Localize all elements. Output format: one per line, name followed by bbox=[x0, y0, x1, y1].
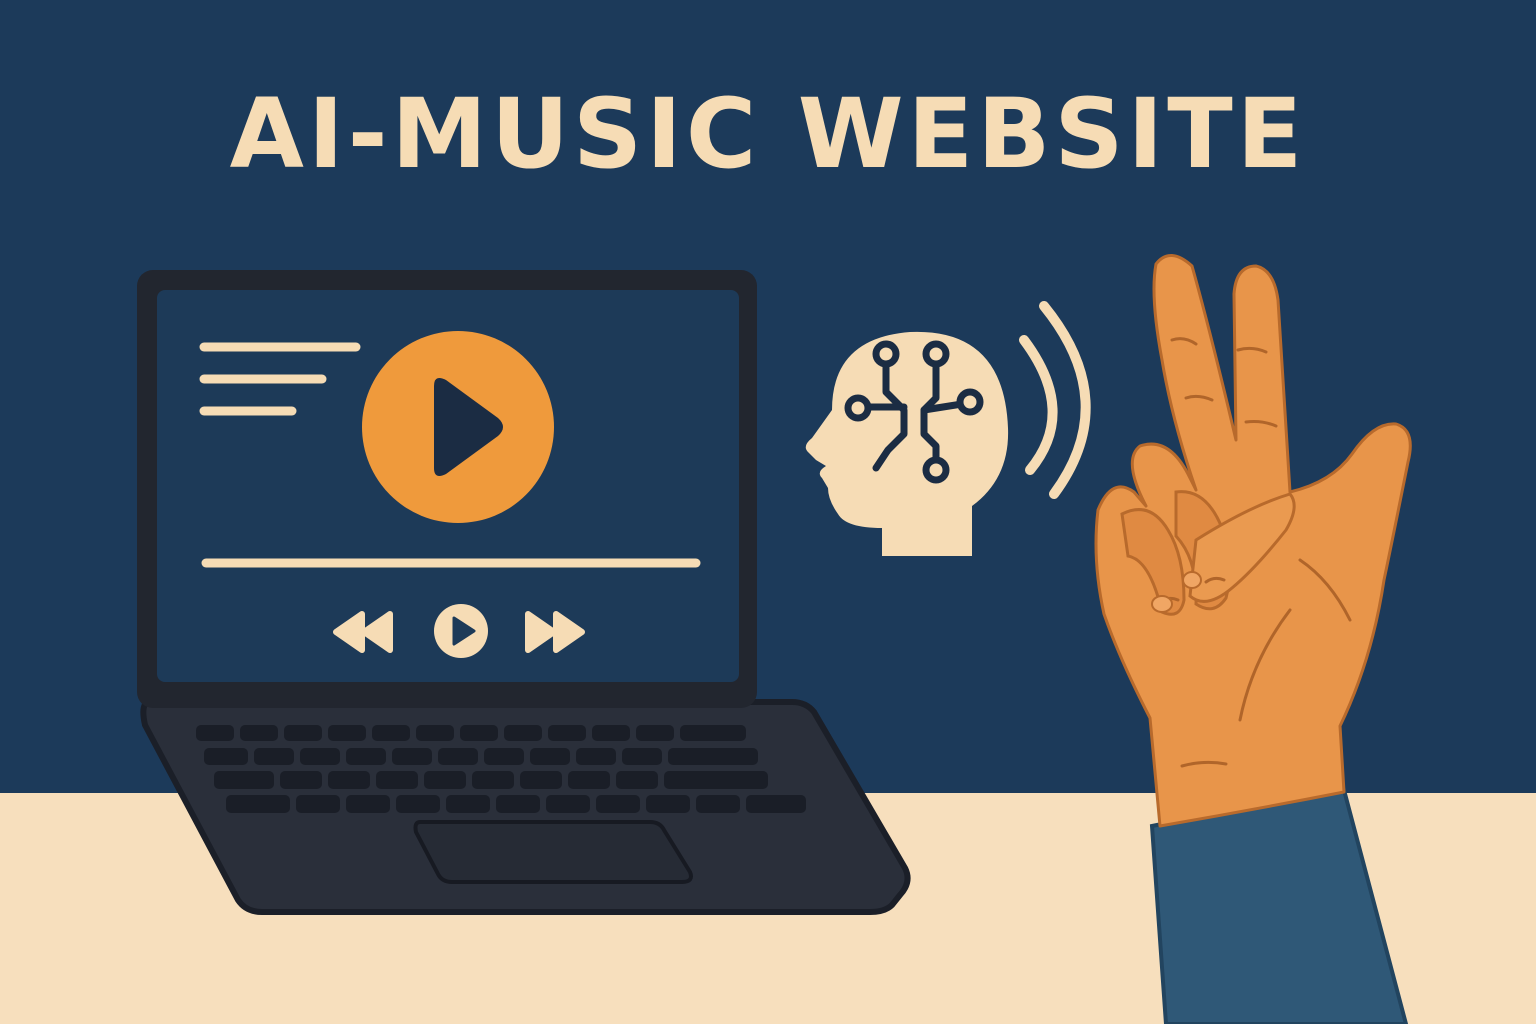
trackpad bbox=[413, 820, 693, 884]
play-circle-icon bbox=[434, 604, 488, 658]
play-button-large bbox=[362, 331, 554, 523]
illustration: AI-MUSIC WEBSITE bbox=[0, 0, 1536, 1024]
page-title: AI-MUSIC WEBSITE bbox=[229, 78, 1307, 190]
